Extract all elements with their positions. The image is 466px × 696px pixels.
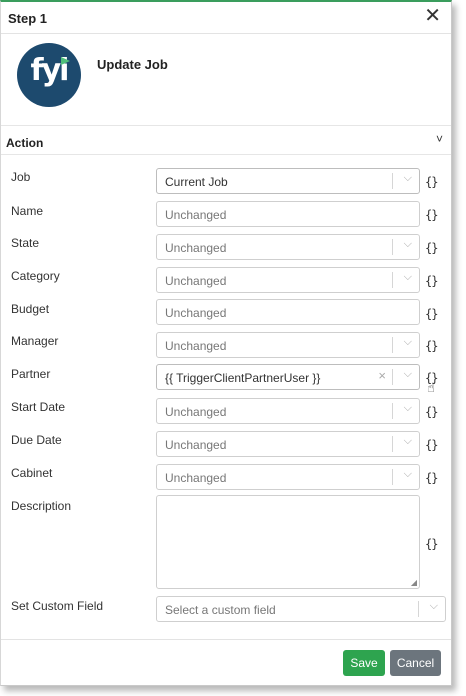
select-separator: [392, 403, 393, 419]
budget-input[interactable]: Unchanged: [156, 299, 420, 325]
chevron-down-icon[interactable]: ⌵: [404, 172, 412, 185]
select-separator: [392, 173, 393, 189]
section-label: Action: [6, 136, 44, 150]
name-input[interactable]: Unchanged: [156, 201, 420, 227]
description-textarea[interactable]: ◢: [156, 495, 420, 589]
variable-icon[interactable]: {}: [425, 241, 438, 255]
start-date-select-value: Unchanged: [165, 405, 227, 419]
select-separator: [392, 469, 393, 485]
variable-icon[interactable]: {}: [425, 208, 438, 222]
hand-cursor-icon: ☝: [427, 380, 435, 395]
partner-label: Partner: [11, 367, 51, 381]
job-select-value: Current Job: [165, 175, 228, 189]
variable-icon[interactable]: {}: [425, 405, 438, 419]
chevron-down-icon[interactable]: ⌵: [404, 336, 412, 349]
select-separator: [392, 369, 393, 385]
job-select[interactable]: Current Job ⌵: [156, 168, 420, 194]
budget-label: Budget: [11, 302, 50, 316]
select-separator: [418, 601, 419, 617]
variable-icon[interactable]: {}: [425, 471, 438, 485]
select-separator: [392, 436, 393, 452]
start-date-label: Start Date: [11, 400, 66, 414]
state-select[interactable]: Unchanged ⌵: [156, 234, 420, 260]
step-dialog: Step 1 ✕ fyi Update Job Action ˅ Job Cur…: [0, 0, 452, 686]
category-label: Category: [11, 269, 60, 283]
due-date-select-value: Unchanged: [165, 438, 227, 452]
cabinet-select-value: Unchanged: [165, 471, 227, 485]
state-select-value: Unchanged: [165, 241, 227, 255]
action-app-header: fyi Update Job: [1, 34, 451, 126]
chevron-down-icon[interactable]: ˅: [436, 132, 443, 146]
manager-select[interactable]: Unchanged ⌵: [156, 332, 420, 358]
chevron-down-icon[interactable]: ⌵: [404, 468, 412, 481]
name-input-placeholder: Unchanged: [165, 208, 227, 222]
cabinet-label: Cabinet: [11, 466, 53, 480]
chevron-down-icon[interactable]: ⌵: [430, 600, 438, 613]
name-label: Name: [11, 204, 44, 218]
close-icon[interactable]: ✕: [424, 6, 441, 26]
resize-handle-icon[interactable]: ◢: [411, 578, 417, 587]
select-separator: [392, 239, 393, 255]
variable-icon[interactable]: {}: [425, 438, 438, 452]
cabinet-select[interactable]: Unchanged ⌵: [156, 464, 420, 490]
chevron-down-icon[interactable]: ⌵: [404, 368, 412, 381]
logo-text: fyi: [30, 53, 70, 88]
manager-label: Manager: [11, 334, 59, 348]
variable-icon[interactable]: {}: [425, 175, 438, 189]
partner-select[interactable]: {{ TriggerClientPartnerUser }} × ⌵: [156, 364, 420, 390]
chevron-down-icon[interactable]: ⌵: [404, 238, 412, 251]
job-label: Job: [11, 170, 31, 184]
chevron-down-icon[interactable]: ⌵: [404, 402, 412, 415]
state-label: State: [11, 236, 40, 250]
clear-icon[interactable]: ×: [378, 368, 386, 383]
select-separator: [392, 337, 393, 353]
chevron-down-icon[interactable]: ⌵: [404, 271, 412, 284]
partner-select-value: {{ TriggerClientPartnerUser }}: [165, 371, 321, 385]
cancel-button[interactable]: Cancel: [390, 650, 441, 676]
select-separator: [392, 272, 393, 288]
manager-select-value: Unchanged: [165, 339, 227, 353]
variable-icon[interactable]: {}: [425, 307, 438, 321]
variable-icon[interactable]: {}: [425, 274, 438, 288]
action-section-header[interactable]: Action ˅: [1, 128, 451, 155]
category-select-value: Unchanged: [165, 274, 227, 288]
action-title: Update Job: [97, 57, 168, 72]
logo-flag-icon: [61, 57, 70, 65]
due-date-select[interactable]: Unchanged ⌵: [156, 431, 420, 457]
budget-input-placeholder: Unchanged: [165, 306, 227, 320]
save-button[interactable]: Save: [343, 650, 385, 676]
custom-field-label: Set Custom Field: [11, 599, 104, 613]
variable-icon[interactable]: {}: [425, 537, 438, 551]
category-select[interactable]: Unchanged ⌵: [156, 267, 420, 293]
custom-field-select[interactable]: Select a custom field ⌵: [156, 596, 446, 622]
fyi-logo: fyi: [17, 43, 81, 107]
start-date-select[interactable]: Unchanged ⌵: [156, 398, 420, 424]
description-label: Description: [11, 499, 72, 513]
variable-icon[interactable]: {}: [425, 339, 438, 353]
footer-divider: [1, 639, 451, 640]
chevron-down-icon[interactable]: ⌵: [404, 435, 412, 448]
custom-field-placeholder: Select a custom field: [165, 603, 276, 617]
dialog-title: Step 1: [8, 11, 48, 26]
due-date-label: Due Date: [11, 433, 62, 447]
dialog-header: Step 1 ✕: [1, 2, 451, 34]
